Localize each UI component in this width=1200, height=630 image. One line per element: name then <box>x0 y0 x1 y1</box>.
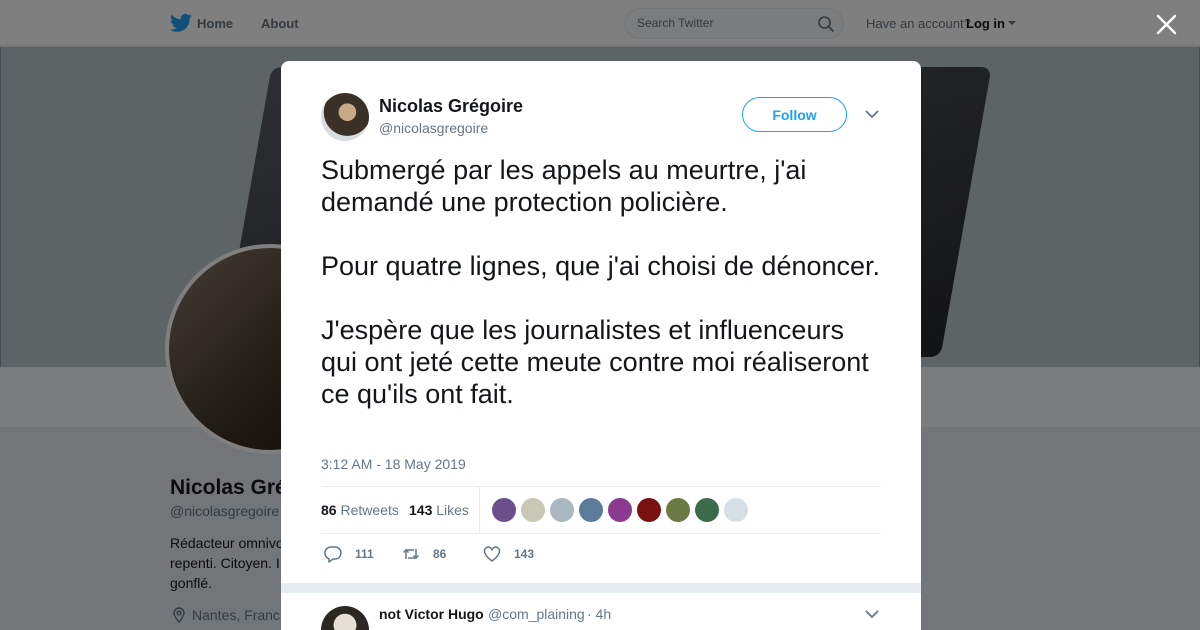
like-button[interactable]: 143 <box>483 544 543 564</box>
like-count: 143 <box>514 547 535 561</box>
retweets-count: 86 <box>321 502 337 518</box>
liker-avatar[interactable] <box>724 498 748 522</box>
reply-timestamp[interactable]: · 4h <box>587 606 611 622</box>
tweet-modal: Nicolas Grégoire @nicolasgregoire Follow… <box>281 61 921 630</box>
follow-button[interactable]: Follow <box>742 97 847 132</box>
retweet-icon <box>402 548 420 560</box>
reply-icon <box>324 546 342 563</box>
tweet-paragraph: J'espère que les journalistes et influen… <box>321 315 869 409</box>
retweets-stat[interactable]: 86 Retweets <box>321 502 399 518</box>
reply-author-name[interactable]: not Victor Hugo <box>379 606 484 622</box>
replies-separator <box>281 583 921 593</box>
retweets-label: Retweets <box>340 502 399 518</box>
retweet-count: 86 <box>433 547 447 561</box>
likes-stat[interactable]: 143 Likes <box>409 502 469 518</box>
reply-count: 111 <box>355 547 374 561</box>
heart-icon <box>483 546 501 562</box>
liker-avatar[interactable] <box>608 498 632 522</box>
liker-avatar[interactable] <box>637 498 661 522</box>
author-avatar[interactable] <box>321 93 369 141</box>
retweet-button[interactable]: 86 <box>402 544 462 564</box>
tweet-paragraph: Submergé par les appels au meurtre, j'ai… <box>321 155 807 217</box>
stats-divider <box>479 487 480 533</box>
likes-count: 143 <box>409 502 433 518</box>
chevron-down-icon[interactable] <box>865 609 879 619</box>
tweet-text: Submergé par les appels au meurtre, j'ai… <box>321 154 881 442</box>
tweet-stats: 86 Retweets 143 Likes <box>321 486 881 534</box>
liker-avatar[interactable] <box>492 498 516 522</box>
tweet-actions: 111 86 143 <box>321 544 881 568</box>
reply-author-handle[interactable]: @com_plaining <box>488 606 585 622</box>
liker-avatar[interactable] <box>579 498 603 522</box>
liker-avatar[interactable] <box>666 498 690 522</box>
liker-avatar[interactable] <box>550 498 574 522</box>
liker-avatar[interactable] <box>695 498 719 522</box>
likes-label: Likes <box>436 502 469 518</box>
liker-avatar[interactable] <box>521 498 545 522</box>
reply-button[interactable]: 111 <box>324 544 384 564</box>
author-handle[interactable]: @nicolasgregoire <box>379 120 488 136</box>
close-icon[interactable] <box>1156 14 1177 35</box>
author-name[interactable]: Nicolas Grégoire <box>379 96 523 117</box>
tweet-paragraph: Pour quatre lignes, que j'ai choisi de d… <box>321 251 881 281</box>
reply-avatar[interactable] <box>321 606 369 630</box>
chevron-down-icon[interactable] <box>865 109 879 119</box>
tweet-timestamp[interactable]: 3:12 AM - 18 May 2019 <box>321 456 466 472</box>
